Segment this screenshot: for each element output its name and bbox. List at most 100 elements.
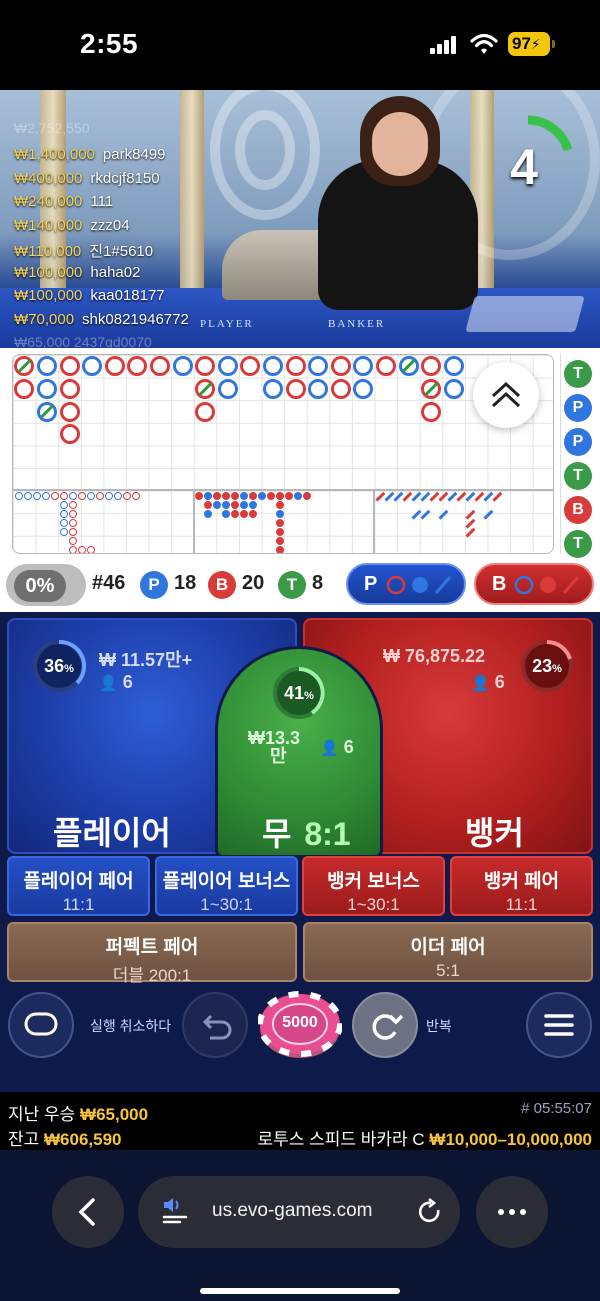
derived-road-mark <box>276 528 284 536</box>
percentage-toggle[interactable]: 0% <box>6 564 86 606</box>
tie-bet-amount: ₩13.3 만 <box>248 729 300 765</box>
table-info: 로투스 스피드 바카라 C ₩10,000–10,000,000 <box>257 1125 592 1150</box>
derived-road-mark <box>240 501 248 509</box>
tie-amount-main: ₩13.3 <box>248 728 301 748</box>
player-bonus-bet[interactable]: 플레이어 보너스 1~30:1 <box>155 856 298 916</box>
derived-road-mark <box>294 492 302 500</box>
winner-amount: ₩110,000 <box>14 243 82 260</box>
address-bar[interactable]: us.evo-games.com <box>138 1176 460 1248</box>
tie-percent-sign: % <box>304 690 314 702</box>
charging-bolt-icon: ⚡ <box>530 36 541 52</box>
battery-indicator: 97⚡ <box>508 32 555 56</box>
road-player-mark <box>443 356 464 377</box>
prediction-tie: T <box>564 360 592 388</box>
road-banker-mark <box>195 401 216 422</box>
winner-amount: ₩100,000 <box>14 287 83 304</box>
derived-road-mark <box>60 528 68 536</box>
menu-button[interactable] <box>526 992 592 1058</box>
player-pair-label: 플레이어 페어 <box>23 871 134 892</box>
player-ask-button[interactable]: P <box>346 563 466 605</box>
banker-bettor-count: 6 <box>494 672 505 692</box>
derived-road-mark <box>276 537 284 545</box>
cockroach-road-mark <box>438 491 449 502</box>
player-ask-roadmap-icons <box>386 575 452 595</box>
balance-value: ₩606,590 <box>44 1130 122 1149</box>
banker-bonus-odds: 1~30:1 <box>347 895 400 914</box>
banker-pair-bet[interactable]: 뱅커 페어 11:1 <box>450 856 593 916</box>
derived-road-mark <box>33 492 41 500</box>
road-banker-mark <box>375 356 396 377</box>
player-percent-sign: % <box>64 663 74 675</box>
banker-count-badge: B <box>208 571 236 599</box>
collapse-roadmap-button[interactable] <box>473 362 539 428</box>
player-bettors: 👤 6 <box>99 672 133 693</box>
player-bet-amount: ₩ 11.57만+ <box>99 650 193 670</box>
road-player-mark <box>308 356 329 377</box>
battery-level: 97 <box>512 34 531 53</box>
player-pair-bet[interactable]: 플레이어 페어 11:1 <box>7 856 150 916</box>
player-bonus-label: 플레이어 보너스 <box>162 871 291 892</box>
road-player-mark <box>36 378 57 399</box>
winner-amount: ₩140,000 <box>14 216 83 234</box>
derived-road-mark <box>87 546 95 553</box>
winner-name: haha02 <box>90 263 141 281</box>
derived-road-mark <box>231 501 239 509</box>
chip-selector[interactable]: 5000 <box>257 990 343 1060</box>
felt-label-banker: BANKER <box>328 318 386 330</box>
prediction-tie: T <box>564 462 592 490</box>
derived-road-mark <box>132 492 140 500</box>
more-options-button[interactable] <box>476 1176 548 1248</box>
derived-road-mark <box>204 510 212 518</box>
url-text: us.evo-games.com <box>212 1200 373 1221</box>
tie-bet-spot[interactable]: 41% ₩13.3 만 👤 6 무 8:1 <box>215 646 383 858</box>
tie-count-badge: T <box>278 571 306 599</box>
road-banker-mark <box>330 356 351 377</box>
banker-bettors: 👤 6 <box>471 672 505 693</box>
road-player-mark <box>217 378 238 399</box>
either-pair-label: 이더 페어 <box>410 937 486 958</box>
derived-road-mark <box>276 546 284 553</box>
reload-icon[interactable] <box>412 1194 448 1230</box>
player-win-count: 18 <box>174 572 197 594</box>
road-player-mark <box>308 378 329 399</box>
road-banker-mark <box>240 356 261 377</box>
tie-bet-label: 무 8:1 <box>262 809 351 855</box>
undo-button[interactable] <box>182 992 248 1058</box>
derived-road-mark <box>231 492 239 500</box>
person-icon: 👤 <box>320 740 339 757</box>
cockroach-road-mark <box>429 491 440 502</box>
derived-road-mark <box>249 501 257 509</box>
derived-road-mark <box>51 492 59 500</box>
cockroach-road-mark <box>438 509 449 520</box>
roadmap-panel[interactable]: T P P T B T <box>0 348 600 560</box>
road-banker-mark <box>59 401 80 422</box>
either-pair-bet[interactable]: 이더 페어 5:1 <box>303 922 593 982</box>
back-button[interactable] <box>52 1176 124 1248</box>
banker-bonus-bet[interactable]: 뱅커 보너스 1~30:1 <box>302 856 445 916</box>
table-name: 로투스 스피드 바카라 C <box>257 1130 425 1149</box>
derived-road-mark <box>78 546 86 553</box>
cockroach-road-mark <box>465 491 476 502</box>
either-pair-odds: 5:1 <box>436 961 460 980</box>
derived-road-mark <box>60 519 68 527</box>
prediction-tie: T <box>564 530 592 558</box>
cellular-signal-icon <box>430 36 458 54</box>
road-banker-mark <box>421 401 442 422</box>
cockroach-road-mark <box>420 491 431 502</box>
derived-road-mark <box>303 492 311 500</box>
banker-percent-text: 23% <box>519 656 575 677</box>
derived-road-mark <box>24 492 32 500</box>
home-indicator <box>200 1288 400 1294</box>
chat-button[interactable] <box>8 992 74 1058</box>
derived-road-mark <box>42 492 50 500</box>
road-banker-mark <box>285 356 306 377</box>
cockroach-road-mark <box>465 518 476 529</box>
perfect-pair-bet[interactable]: 퍼펙트 페어 더블 200:1 <box>7 922 297 985</box>
cockroach-road-mark <box>384 491 395 502</box>
repeat-button[interactable] <box>352 992 418 1058</box>
banker-ask-button[interactable]: B <box>474 563 594 605</box>
winner-row: ₩110,000 진1#5610 <box>14 240 189 264</box>
winner-row: ₩70,000 shk0821946772 <box>14 311 189 335</box>
tie-percent: 41 <box>284 683 305 703</box>
winner-row: ₩100,000 kaa018177 <box>14 287 189 311</box>
